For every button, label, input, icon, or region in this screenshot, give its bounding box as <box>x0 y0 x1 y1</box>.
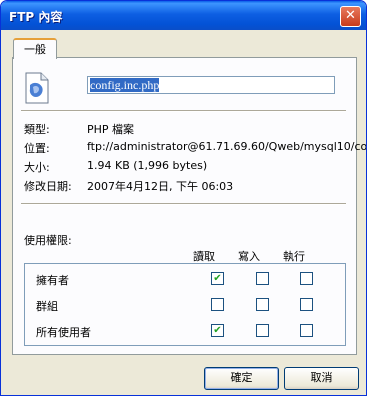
permission-row-group: 群組 <box>25 295 345 315</box>
column-header-write: 寫入 <box>238 250 260 263</box>
permission-name: 擁有者 <box>36 274 69 287</box>
owner-read-checkbox[interactable]: ✔ <box>211 272 224 285</box>
type-value: PHP 檔案 <box>87 123 135 136</box>
close-button[interactable]: ✕ <box>340 6 361 27</box>
location-label: 位置: <box>24 142 50 155</box>
group-execute-checkbox[interactable] <box>300 298 313 311</box>
permission-row-owner: 擁有者 ✔ <box>25 269 345 289</box>
modified-value: 2007年4月12日, 下午 06:03 <box>87 180 234 193</box>
owner-write-checkbox[interactable] <box>256 272 269 285</box>
permissions-table: 擁有者 ✔ 群組 所有使用者 ✔ <box>24 263 346 346</box>
owner-execute-checkbox[interactable] <box>300 272 313 285</box>
title-bar[interactable]: FTP 內容 ✕ <box>1 1 366 30</box>
everyone-execute-checkbox[interactable] <box>300 324 313 337</box>
cancel-button[interactable]: 取消 <box>284 367 359 390</box>
everyone-write-checkbox[interactable] <box>256 324 269 337</box>
location-value: ftp://administrator@61.71.69.60/Qweb/mys… <box>87 140 367 153</box>
size-value: 1.94 KB (1,996 bytes) <box>87 159 208 172</box>
column-header-read: 讀取 <box>193 250 215 263</box>
column-header-execute: 執行 <box>283 250 305 263</box>
ftp-properties-dialog: FTP 內容 ✕ 一般 config.inc.php 類型: PHP 檔案 位置… <box>0 0 367 396</box>
everyone-read-checkbox[interactable]: ✔ <box>211 324 224 337</box>
php-file-icon <box>25 72 49 104</box>
separator <box>21 203 346 205</box>
size-label: 大小: <box>24 161 50 174</box>
general-panel: config.inc.php 類型: PHP 檔案 位置: ftp://admi… <box>12 57 366 355</box>
modified-label: 修改日期: <box>24 180 72 193</box>
permission-row-everyone: 所有使用者 ✔ <box>25 321 345 341</box>
tab-general[interactable]: 一般 <box>13 38 57 59</box>
permissions-title: 使用權限: <box>24 234 72 247</box>
filename-field[interactable]: config.inc.php <box>87 76 335 94</box>
type-label: 類型: <box>24 123 50 136</box>
permission-name: 所有使用者 <box>36 326 91 339</box>
group-write-checkbox[interactable] <box>256 298 269 311</box>
group-read-checkbox[interactable] <box>211 298 224 311</box>
ok-button[interactable]: 確定 <box>204 367 279 390</box>
separator <box>21 110 346 112</box>
permission-name: 群組 <box>36 300 58 313</box>
filename-text: config.inc.php <box>90 78 160 92</box>
window-title: FTP 內容 <box>9 10 63 24</box>
dialog-client: 一般 config.inc.php 類型: PHP 檔案 位置: ftp://a… <box>4 30 366 392</box>
